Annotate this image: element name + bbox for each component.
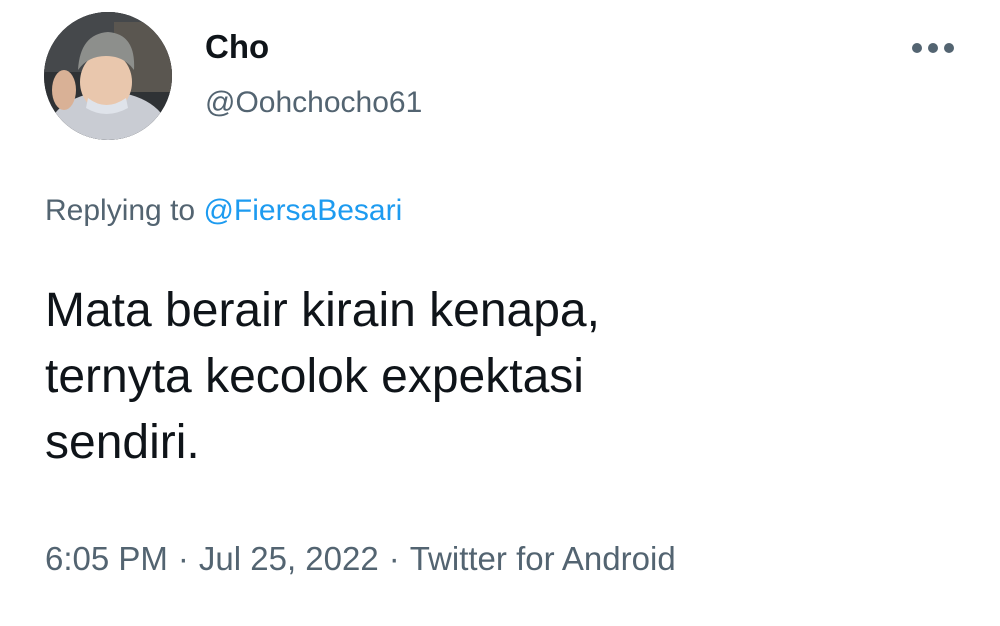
avatar[interactable]	[44, 12, 172, 140]
replying-to-line: Replying to @FiersaBesari	[45, 192, 402, 230]
tweet-metadata: 6:05 PM · Jul 25, 2022 · Twitter for Android	[45, 538, 676, 580]
replying-to-label: Replying to	[45, 194, 196, 227]
more-options-button[interactable]	[905, 30, 961, 66]
tweet-time[interactable]: 6:05 PM	[45, 540, 168, 577]
tweet-text-line: Mata berair kirain kenapa,	[45, 284, 600, 337]
reply-mention-link[interactable]: @FiersaBesari	[203, 194, 402, 227]
meta-separator: ·	[388, 540, 400, 577]
more-icon	[912, 43, 954, 53]
meta-separator: ·	[177, 540, 189, 577]
tweet-text-line: ternyta kecolok expektasi	[45, 350, 584, 403]
author-display-name[interactable]: Cho	[205, 27, 269, 67]
tweet-text-line: sendiri.	[45, 416, 200, 469]
avatar-photo	[44, 12, 172, 140]
tweet-text: Mata berair kirain kenapa, ternyta kecol…	[45, 278, 945, 476]
tweet-source[interactable]: Twitter for Android	[410, 540, 676, 577]
author-handle[interactable]: @Oohchocho61	[205, 84, 422, 122]
tweet-date[interactable]: Jul 25, 2022	[199, 540, 379, 577]
